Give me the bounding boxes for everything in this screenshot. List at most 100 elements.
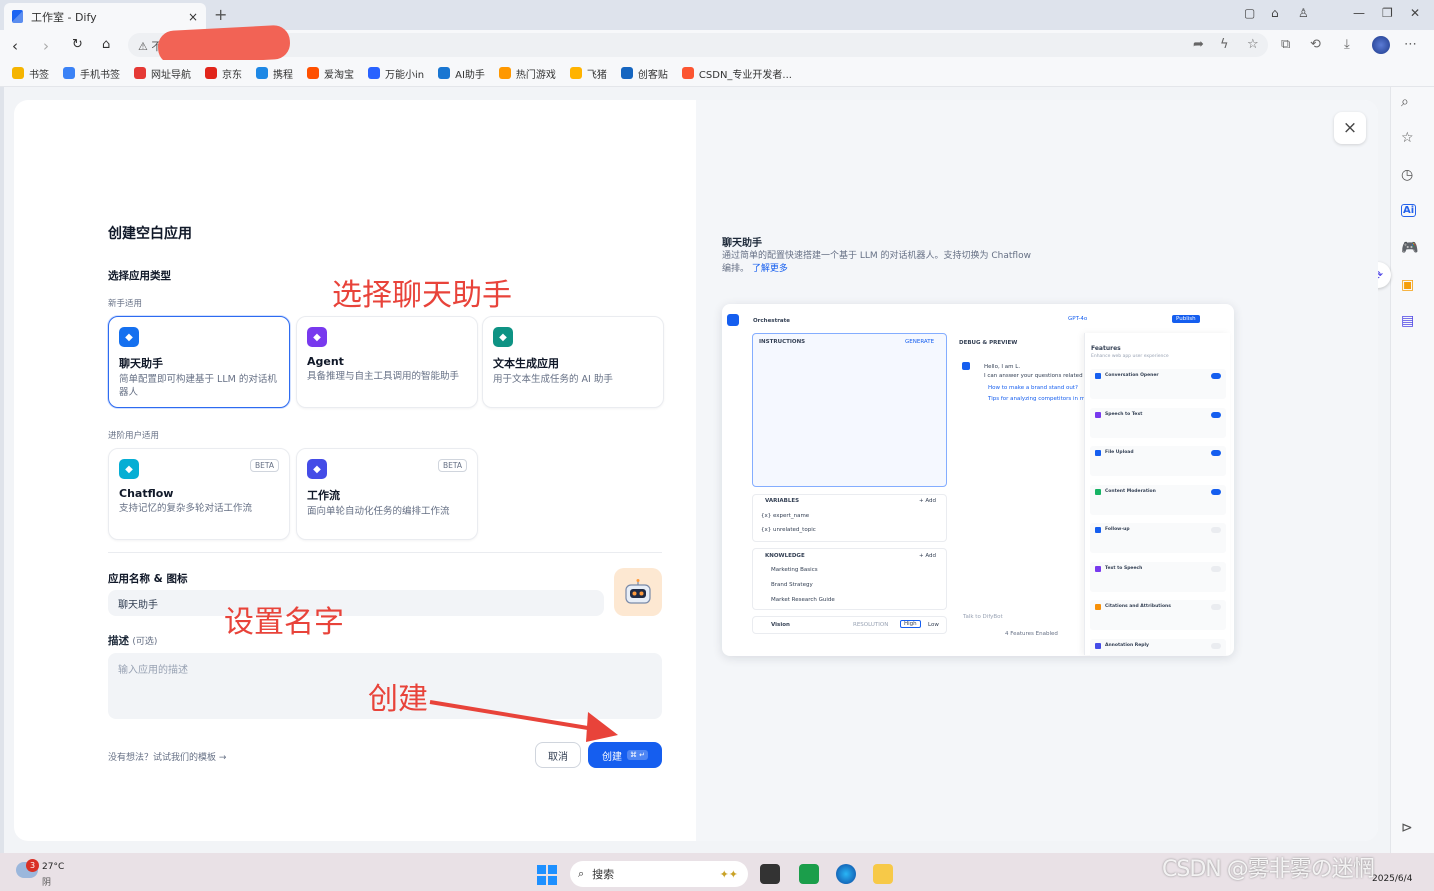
pv-model: GPT-4o <box>1068 316 1088 322</box>
pv-feature-item: File Upload <box>1090 446 1226 476</box>
bookmark-item[interactable]: 携程 <box>256 66 293 81</box>
pv-publish: Publish <box>1172 315 1200 323</box>
sidebar-history-icon[interactable]: ◷ <box>1401 167 1413 183</box>
bookmark-icon <box>256 67 268 79</box>
card-desc: 简单配置即可构建基于 LLM 的对话机器人 <box>119 374 277 398</box>
card-text-generator[interactable]: ◆ 文本生成应用 用于文本生成任务的 AI 助手 <box>482 316 664 408</box>
card-workflow[interactable]: ◆ 工作流 面向单轮自动化任务的编排工作流 BETA <box>296 448 478 540</box>
browser-tab[interactable]: 工作室 - Dify × <box>4 3 206 30</box>
bookmark-icon <box>498 67 511 79</box>
bookmark-icon <box>569 67 582 79</box>
app-icon[interactable] <box>799 864 819 884</box>
bookmark-item[interactable]: 热门游戏 <box>498 66 556 81</box>
bookmark-item[interactable]: 书签 <box>12 66 49 81</box>
card-desc: 支持记忆的复杂多轮对话工作流 <box>119 503 253 514</box>
app-type-icon: ◆ <box>493 327 513 347</box>
pv-feature-item: Citations and Attributions <box>1090 600 1226 630</box>
skin-icon[interactable]: ♙ <box>1298 6 1309 20</box>
dify-logo-icon <box>727 314 739 326</box>
bookmark-item[interactable]: AI助手 <box>438 66 485 81</box>
bookmark-icon <box>368 67 380 79</box>
avatar[interactable] <box>1372 36 1390 54</box>
forward-icon[interactable]: › <box>43 37 49 55</box>
tab-search-icon[interactable]: ▢ <box>1244 6 1255 20</box>
sidebar-expand-icon[interactable]: ⊳ <box>1401 820 1413 836</box>
description-label: 描述 (可选) <box>108 635 158 647</box>
app-name-input[interactable]: 聊天助手 <box>108 590 604 616</box>
card-chat-assistant[interactable]: ◆ 聊天助手 简单配置即可构建基于 LLM 的对话机器人 <box>108 316 290 408</box>
bookmark-item[interactable]: 爱淘宝 <box>307 66 354 81</box>
restore-icon[interactable]: ❐ <box>1382 6 1393 20</box>
star-icon[interactable]: ☆ <box>1247 37 1259 52</box>
card-desc: 面向单轮自动化任务的编排工作流 <box>307 506 450 517</box>
bookmark-item[interactable]: 网址导航 <box>134 66 191 81</box>
file-explorer-icon[interactable] <box>873 864 893 884</box>
pv-hello: Hello, I am L. <box>984 364 1021 370</box>
app-type-icon: ◆ <box>119 459 139 479</box>
app-icon-picker[interactable] <box>614 568 662 616</box>
window-close-icon[interactable]: ✕ <box>1410 6 1420 20</box>
pv-q2: Tips for analyzing competitors in market <box>988 396 1100 402</box>
incognito-icon[interactable]: ⌂ <box>1271 6 1279 20</box>
pv-features-enabled: 4 Features Enabled <box>1005 631 1058 637</box>
task-view-icon[interactable] <box>760 864 780 884</box>
share-icon[interactable]: ➦ <box>1193 37 1204 52</box>
sidebar-favorites-icon[interactable]: ☆ <box>1401 130 1414 146</box>
edge-browser-icon[interactable] <box>836 864 856 884</box>
card-chatflow[interactable]: ◆ Chatflow 支持记忆的复杂多轮对话工作流 BETA <box>108 448 290 540</box>
more-icon[interactable]: ⋯ <box>1404 37 1417 52</box>
pv-bot-icon <box>962 362 970 370</box>
annotation-arrow <box>429 700 618 742</box>
download-icon[interactable]: ⤓ <box>1344 37 1350 52</box>
app-type-icon: ◆ <box>307 459 327 479</box>
preview-image: Orchestrate GPT-4o Publish INSTRUCTIONS … <box>722 304 1234 656</box>
card-title: Chatflow <box>119 487 174 500</box>
template-link[interactable]: 没有想法？试试我们的模板 → <box>108 750 226 763</box>
bolt-icon[interactable]: ϟ <box>1220 37 1229 52</box>
bookmark-item[interactable]: 万能小in <box>368 66 424 81</box>
windows-start-icon[interactable] <box>537 865 557 885</box>
tab-close-icon[interactable]: × <box>188 10 198 24</box>
close-dialog-button[interactable]: × <box>1334 112 1366 144</box>
taskbar-search[interactable]: ⌕ 搜索 ✦✦ <box>570 861 748 887</box>
reload-icon[interactable]: ↻ <box>72 37 83 52</box>
beginner-label: 新手适用 <box>108 299 143 309</box>
card-desc: 具备推理与自主工具调用的智能助手 <box>307 371 460 382</box>
taskbar-date: 2025/6/4 <box>1372 874 1413 884</box>
url-input[interactable] <box>128 33 1268 57</box>
extensions-icon[interactable]: ⧉ <box>1281 37 1290 52</box>
learn-more-link[interactable]: 了解更多 <box>752 264 788 274</box>
home-icon[interactable]: ⌂ <box>102 37 110 52</box>
history-icon[interactable]: ⟲ <box>1310 37 1321 52</box>
divider <box>108 552 662 553</box>
copilot-sparkle-icon: ✦✦ <box>719 867 738 881</box>
bookmark-item[interactable]: 创客贴 <box>620 66 668 81</box>
sidebar-toolbox-icon[interactable]: ▣ <box>1401 277 1414 293</box>
arrow-right-icon: → <box>218 753 227 763</box>
back-icon[interactable]: ‹ <box>12 37 18 55</box>
sidebar-ai-icon[interactable]: Ai <box>1401 204 1417 217</box>
bookmark-icon <box>681 67 694 79</box>
browser-sidebar <box>1390 87 1434 853</box>
bookmark-item[interactable]: CSDN_专业开发者... <box>681 66 792 81</box>
app-type-icon: ◆ <box>119 327 139 347</box>
beta-badge: BETA <box>437 459 467 472</box>
new-tab-button[interactable]: + <box>214 5 227 24</box>
search-icon: ⌕ <box>578 867 585 880</box>
card-agent[interactable]: ◆ Agent 具备推理与自主工具调用的智能助手 <box>296 316 478 408</box>
watermark: CSDN @雾非雾の迷惘 <box>1162 857 1375 882</box>
minimize-icon[interactable]: — <box>1353 6 1365 20</box>
bookmark-icon <box>12 67 24 79</box>
bookmark-item[interactable]: 京东 <box>205 66 242 81</box>
bookmark-item[interactable]: 飞猪 <box>569 66 607 81</box>
sidebar-translate-icon[interactable]: ▤ <box>1401 313 1414 329</box>
weather-condition: 阴 <box>42 878 52 888</box>
sidebar-search-icon[interactable]: ⌕ <box>1401 94 1409 110</box>
weather-temp: 27°C <box>42 862 65 872</box>
bookmark-item[interactable]: 手机书签 <box>63 66 120 81</box>
bookmark-icon <box>620 67 633 79</box>
sidebar-game-icon[interactable]: 🎮 <box>1401 240 1418 256</box>
notification-badge: 3 <box>26 859 39 872</box>
pv-features-panel: Features Enhance web app user experience… <box>1084 333 1230 656</box>
pv-answer: I can answer your questions related <box>984 373 1083 379</box>
